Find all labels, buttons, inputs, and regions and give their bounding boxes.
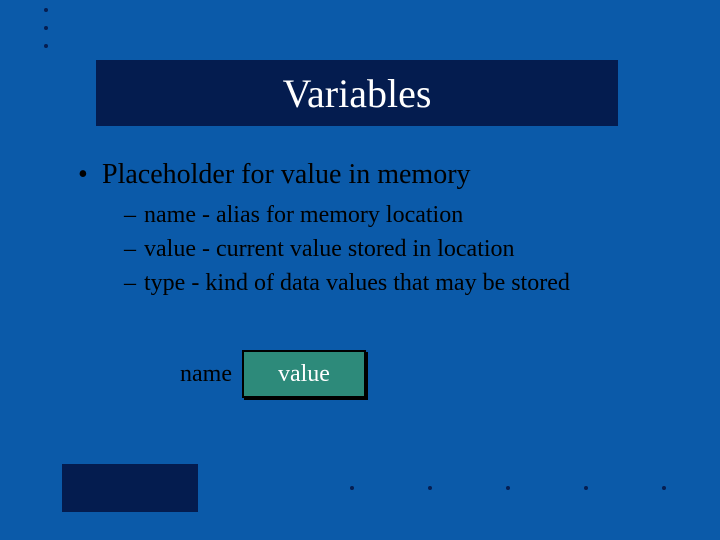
- decorative-dots-top-left: [44, 8, 48, 62]
- dot-icon: [44, 26, 48, 30]
- decorative-dots-bottom: [350, 486, 666, 490]
- bullet-level2: type - kind of data values that may be s…: [124, 268, 660, 298]
- dot-icon: [44, 44, 48, 48]
- sub-bullets: name - alias for memory location value -…: [124, 200, 660, 298]
- dot-icon: [662, 486, 666, 490]
- content-area: Placeholder for value in memory name - a…: [78, 158, 660, 302]
- dot-icon: [44, 8, 48, 12]
- diagram-name-label: name: [180, 361, 232, 388]
- slide-title: Variables: [283, 70, 432, 117]
- title-band: Variables: [96, 60, 618, 126]
- decorative-bottom-bar: [62, 464, 198, 512]
- diagram-value-box: value: [242, 350, 366, 398]
- slide: Variables Placeholder for value in memor…: [0, 0, 720, 540]
- bullet-level2: name - alias for memory location: [124, 200, 660, 230]
- dot-icon: [506, 486, 510, 490]
- dot-icon: [584, 486, 588, 490]
- dot-icon: [350, 486, 354, 490]
- bullet-level1: Placeholder for value in memory: [78, 158, 660, 192]
- diagram-value-label: value: [278, 361, 330, 388]
- bullet-level2: value - current value stored in location: [124, 234, 660, 264]
- dot-icon: [428, 486, 432, 490]
- name-value-diagram: name value: [180, 350, 366, 398]
